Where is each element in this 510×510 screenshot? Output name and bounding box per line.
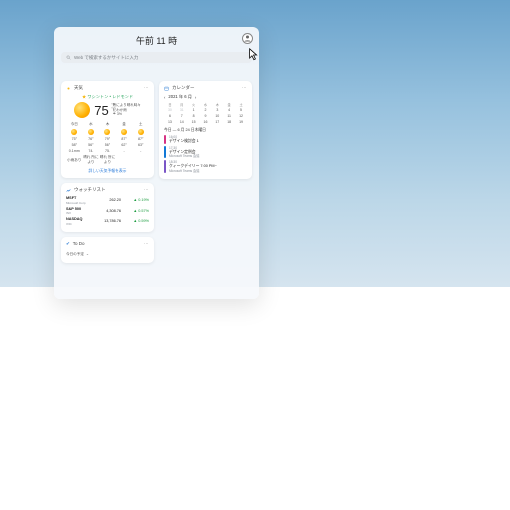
weather-icon xyxy=(66,86,71,91)
ticker-row: S&P 500INX 4,308.76 ▲ 0.57% xyxy=(66,207,149,216)
weather-summary: 所により晴れ時々 にわか雨 ☂ 3% xyxy=(113,103,141,117)
calendar-month: 2021 年 6 月 xyxy=(168,94,192,100)
agenda-event[interactable]: 17:30 デザイン定例会 Microsoft Teams 会議 xyxy=(164,146,247,159)
todo-title: To Do xyxy=(73,241,85,246)
next-month[interactable]: › xyxy=(195,95,196,100)
weather-more-link[interactable]: 詳しい天気予報を表示 xyxy=(66,169,149,174)
event-color xyxy=(164,160,166,173)
weather-card[interactable]: 天気 ⋯ ★ ワシントン • レドモンド 75°F°C 所により晴れ時々 にわか… xyxy=(61,81,154,178)
todo-card[interactable]: ✔ To Do ⋯ 今日の予定 ⌄ xyxy=(61,237,154,263)
ticker-row: NASDAQIXIC 13,786.76 ▲ 0.59% xyxy=(66,217,149,226)
event-color xyxy=(164,146,166,159)
calendar-card[interactable]: カレンダー ⋯ ‹ 2021 年 6 月 › 日月火水木金土 303112345 xyxy=(159,81,252,179)
chart-icon xyxy=(66,188,71,193)
agenda-header: 今日 — 6 月 24 日木曜日 xyxy=(164,128,247,133)
forecast-table: 今日水木金土 75°76°79°87°87° 58°56°56°62°63° 0… xyxy=(66,121,149,166)
todo-body: 今日の予定 xyxy=(66,252,84,257)
agenda-event[interactable]: 16:00 デザイン検討会 1 xyxy=(164,135,247,144)
person-icon xyxy=(243,34,252,43)
weather-location: ワシントン • レドモンド xyxy=(87,94,133,99)
calendar-more-icon[interactable]: ⋯ xyxy=(242,85,247,91)
widgets-panel: 午前 11 時 Web で検索するかサイトに入力 天気 ⋯ ★ ワシントン • … xyxy=(54,27,259,299)
search-icon xyxy=(66,55,71,60)
finance-card[interactable]: ウォッチリスト ⋯ MSFTMicrosoft Corp 262.20 ▲ 0.… xyxy=(61,183,154,232)
weather-more-icon[interactable]: ⋯ xyxy=(144,85,149,91)
star-icon: ★ xyxy=(82,94,86,99)
finance-more-icon[interactable]: ⋯ xyxy=(144,187,149,193)
calendar-icon xyxy=(164,86,169,91)
weather-title: 天気 xyxy=(74,85,83,91)
event-color xyxy=(164,135,166,144)
agenda-event[interactable]: 18:30 クィークデイリー 7:00 PM~ Microsoft Teams … xyxy=(164,160,247,173)
check-icon: ✔ xyxy=(66,241,70,247)
ticker-row: MSFTMicrosoft Corp 262.20 ▲ 0.19% xyxy=(66,196,149,205)
todo-more-icon[interactable]: ⋯ xyxy=(144,241,149,247)
finance-title: ウォッチリスト xyxy=(74,187,106,193)
chevron-down-icon[interactable]: ⌄ xyxy=(86,252,89,256)
month-grid[interactable]: 日月火水木金土 303112345 6789101112 13141516171… xyxy=(164,102,247,125)
sun-icon xyxy=(74,102,90,118)
profile-avatar[interactable] xyxy=(242,33,253,44)
search-placeholder: Web で検索するかサイトに入力 xyxy=(74,55,138,61)
weather-temp: 75°F°C xyxy=(94,103,108,118)
panel-time: 午前 11 時 xyxy=(54,34,259,47)
mouse-cursor-icon xyxy=(248,48,259,62)
calendar-title: カレンダー xyxy=(172,85,195,91)
prev-month[interactable]: ‹ xyxy=(164,95,165,100)
search-input[interactable]: Web で検索するかサイトに入力 xyxy=(61,52,252,63)
